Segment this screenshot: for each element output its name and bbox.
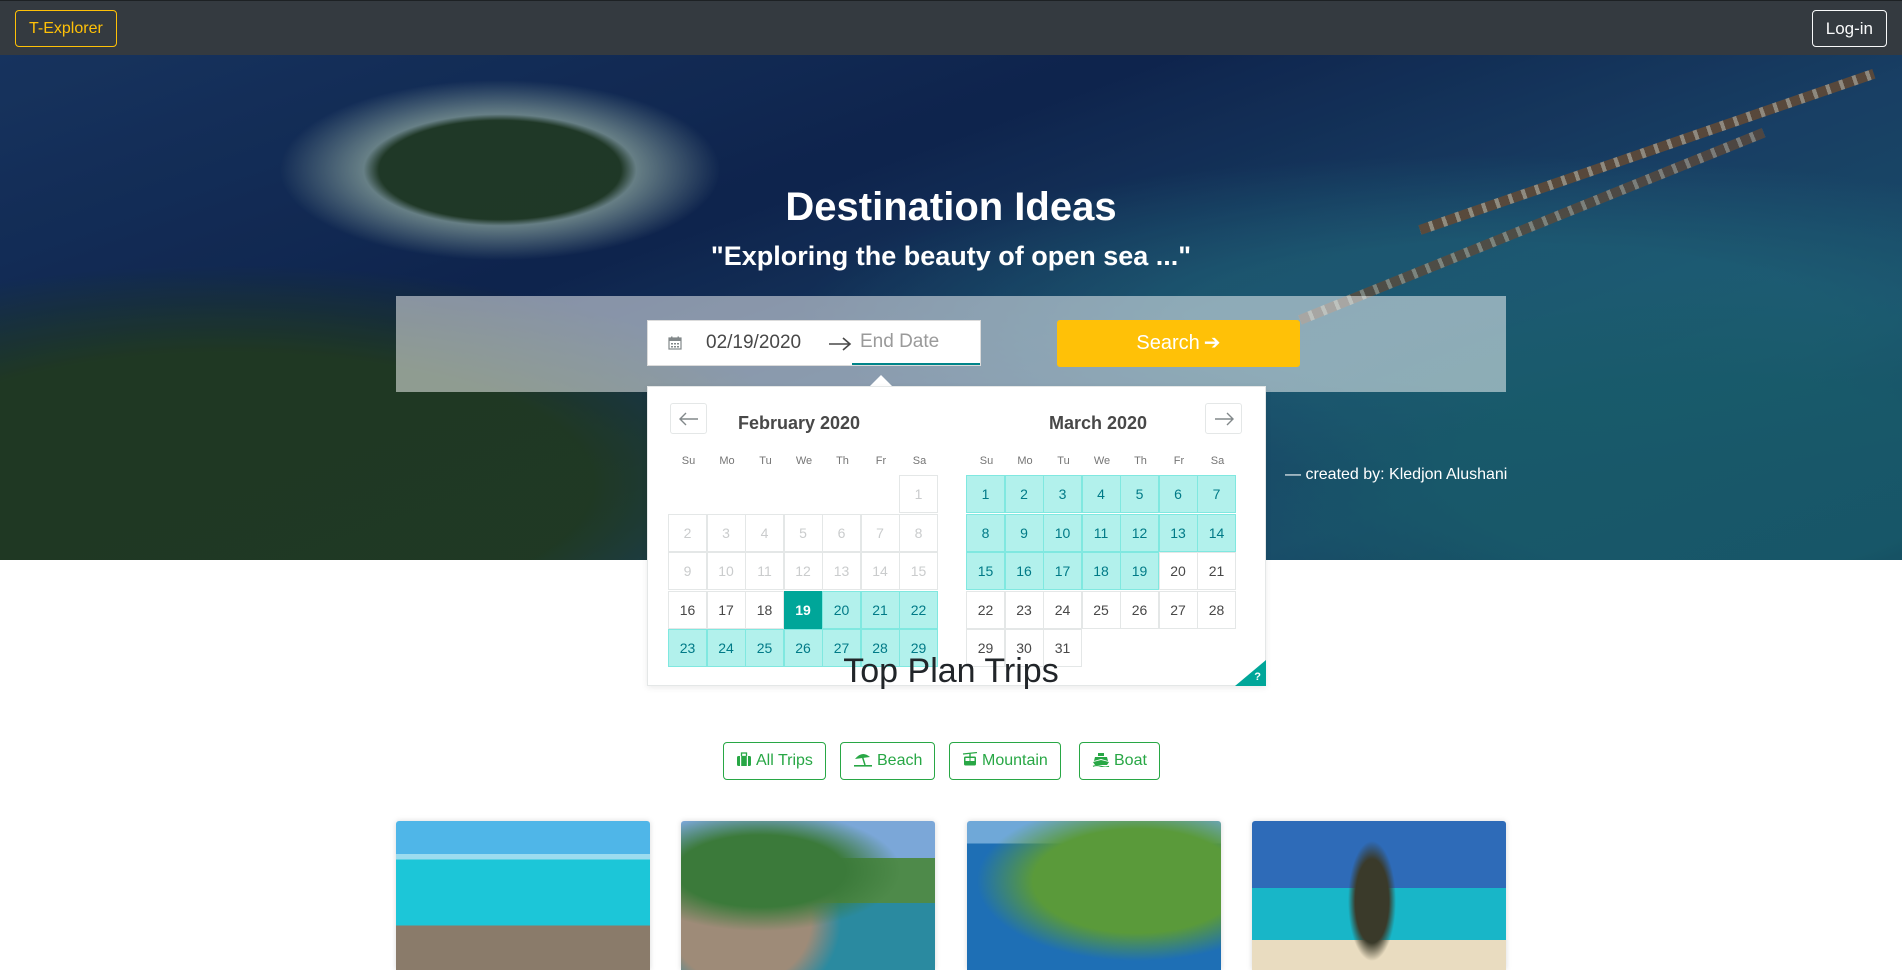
calendar-day[interactable]: 24 <box>1043 590 1082 629</box>
calendar-day[interactable]: 2 <box>1004 475 1044 513</box>
filter-beach-button[interactable]: Beach <box>840 742 936 780</box>
calendar-day[interactable]: 26 <box>1120 590 1159 629</box>
calendar-day[interactable]: 14 <box>1197 513 1236 552</box>
calendar-day[interactable]: 16 <box>668 590 707 629</box>
trip-card-image[interactable] <box>681 821 935 970</box>
calendar-day[interactable]: 20 <box>822 590 861 629</box>
calendar-day[interactable]: 22 <box>899 590 938 629</box>
calendar-day: 11 <box>745 552 784 590</box>
calendar-day[interactable]: 3 <box>1043 475 1082 513</box>
calendar-day: 12 <box>783 552 823 590</box>
calendar-day: 5 <box>783 513 823 552</box>
end-date-field[interactable] <box>852 321 980 365</box>
calendar-day: 15 <box>899 552 938 590</box>
suitcase-icon <box>737 752 751 766</box>
section-title: Top Plan Trips <box>843 652 1059 690</box>
hero-subtitle: "Exploring the beauty of open sea ..." <box>710 241 1192 271</box>
trip-card-image[interactable] <box>1252 821 1506 970</box>
calendar-day[interactable]: 15 <box>966 552 1005 590</box>
calendar-day: 13 <box>822 552 861 590</box>
weekday-label: Tu <box>759 455 772 467</box>
umbrella-beach-icon <box>854 753 872 767</box>
brand-button[interactable]: T-Explorer <box>15 10 117 47</box>
calendar-day: 9 <box>668 552 707 590</box>
weekday-label: We <box>1093 455 1111 467</box>
calendar-day[interactable]: 12 <box>1120 513 1159 552</box>
calendar-day[interactable]: 20 <box>1158 552 1198 590</box>
month-title: February 2020 <box>737 413 861 433</box>
tram-icon <box>962 751 978 766</box>
search-button[interactable]: Search ➔ <box>1057 320 1300 367</box>
weekday-label: Mo <box>719 455 735 467</box>
weekday-label: Tu <box>1057 455 1070 467</box>
weekday-label: Fr <box>1173 455 1185 467</box>
trip-card-image[interactable] <box>967 821 1221 970</box>
date-picker: February 2020 March 2020 ? Su Mo Tu We Th Fr S… <box>647 386 1266 686</box>
filter-label: Mountain <box>982 752 1048 769</box>
calendar-day[interactable]: 11 <box>1081 513 1121 552</box>
calendar-day[interactable]: 19 <box>1120 552 1159 590</box>
navbar: T-Explorer Log-in <box>0 0 1902 55</box>
calendar-day[interactable]: 8 <box>966 513 1005 552</box>
calendar-day[interactable]: 13 <box>1158 513 1198 552</box>
filter-all-trips-button[interactable]: All Trips <box>723 742 826 780</box>
weekday-label: We <box>795 455 813 467</box>
filter-label: Beach <box>877 752 923 769</box>
calendar-day[interactable]: 21 <box>860 590 900 629</box>
hero-title: Destination Ideas <box>785 185 1117 229</box>
weekday-label: Th <box>836 455 849 467</box>
filter-label: All Trips <box>756 752 813 769</box>
filter-label: Boat <box>1114 752 1147 769</box>
calendar-day: 10 <box>706 552 746 590</box>
calendar-day[interactable]: 23 <box>1004 590 1044 629</box>
search-button-label: Search <box>1136 332 1200 354</box>
date-range-input[interactable]: 02/19/2020 <box>647 320 981 366</box>
calendar-day[interactable]: 27 <box>1158 590 1198 629</box>
calendar-day[interactable]: 10 <box>1043 513 1082 552</box>
weekday-label: Th <box>1134 455 1147 467</box>
calendar-day[interactable]: 17 <box>1043 552 1082 590</box>
calendar-day[interactable]: 17 <box>706 590 746 629</box>
weekday-label: Sa <box>912 455 927 467</box>
calendar-day: 14 <box>860 552 900 590</box>
calendar-day: 7 <box>860 513 900 552</box>
calendar-day: 2 <box>668 513 707 552</box>
ship-icon <box>1092 753 1110 768</box>
calendar-day[interactable]: 16 <box>1004 552 1044 590</box>
calendar-day[interactable]: 7 <box>1197 475 1236 513</box>
calendar-day[interactable]: 19 <box>783 590 823 629</box>
arrow-right-icon: ➔ <box>1203 332 1221 354</box>
calendar-icon <box>668 336 682 350</box>
calendar-day[interactable]: 18 <box>1081 552 1121 590</box>
calendar-day: 8 <box>899 513 938 552</box>
calendar-day[interactable]: 5 <box>1120 475 1159 513</box>
calendar-day[interactable]: 22 <box>966 590 1005 629</box>
long-arrow-right-icon <box>829 337 852 351</box>
picker-caret <box>870 375 892 386</box>
trip-card-image[interactable] <box>396 821 650 970</box>
calendar-day: 6 <box>822 513 861 552</box>
calendar-day[interactable]: 25 <box>1081 590 1121 629</box>
weekday-label: Su <box>681 455 696 467</box>
filter-mountain-button[interactable]: Mountain <box>949 742 1061 780</box>
author-credit: — created by: Kledjon Alushani <box>1285 466 1508 483</box>
start-date-field[interactable]: 02/19/2020 <box>706 332 801 354</box>
weekday-label: Fr <box>875 455 887 467</box>
calendar-day[interactable]: 21 <box>1197 552 1236 590</box>
calendar-day[interactable]: 4 <box>1081 475 1121 513</box>
calendar-day[interactable]: 6 <box>1158 475 1198 513</box>
weekday-label: Su <box>979 455 994 467</box>
calendar-day: 1 <box>899 475 938 513</box>
login-button[interactable]: Log-in <box>1811 10 1887 47</box>
filter-boat-button[interactable]: Boat <box>1079 742 1160 780</box>
weekday-label: Mo <box>1017 455 1033 467</box>
weekday-label: Sa <box>1210 455 1225 467</box>
calendar-day[interactable]: 18 <box>745 590 784 629</box>
calendar-day[interactable]: 28 <box>1197 590 1236 629</box>
calendar-day: 3 <box>706 513 746 552</box>
month-title: March 2020 <box>1048 413 1148 433</box>
calendar-day[interactable]: 9 <box>1004 513 1044 552</box>
calendar-day: 4 <box>745 513 784 552</box>
calendar-day[interactable]: 1 <box>966 475 1005 513</box>
